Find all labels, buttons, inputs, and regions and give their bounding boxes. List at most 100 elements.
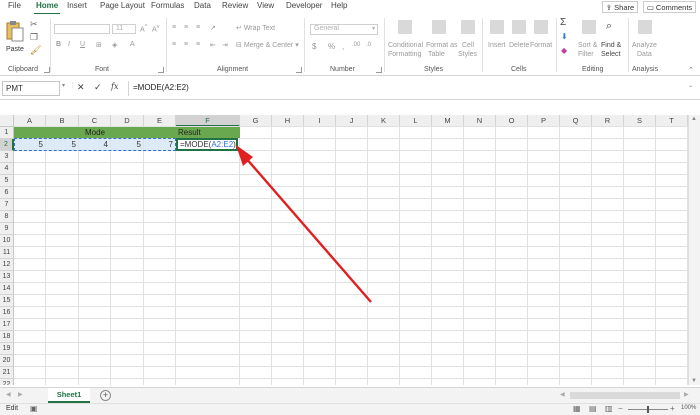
- currency-icon[interactable]: $: [312, 42, 316, 51]
- merge-center-button[interactable]: ⊟ Merge & Center ▾: [236, 41, 299, 49]
- wrap-text-button[interactable]: ↵ Wrap Text: [236, 24, 275, 32]
- cell-styles-button[interactable]: Cell Styles: [456, 18, 480, 62]
- underline-icon[interactable]: U: [80, 41, 85, 48]
- sort-filter-button[interactable]: Sort & Filter: [578, 18, 600, 62]
- active-cell-f2[interactable]: =MODE(A2:E2): [176, 138, 238, 151]
- alignment-launcher-icon[interactable]: [296, 67, 302, 73]
- add-sheet-button[interactable]: +: [100, 390, 111, 401]
- value-cell-e2[interactable]: 7: [144, 139, 175, 150]
- styles-group-label: Styles: [424, 66, 444, 73]
- percent-icon[interactable]: %: [328, 42, 335, 51]
- indent-icon[interactable]: ⇤: [210, 41, 216, 49]
- format-painter-icon[interactable]: 🖌: [30, 45, 41, 56]
- font-launcher-icon[interactable]: [158, 67, 164, 73]
- horizontal-scrollbar[interactable]: [570, 392, 680, 399]
- cut-icon[interactable]: ✂: [30, 19, 38, 30]
- normal-view-icon[interactable]: ▦: [573, 404, 581, 413]
- align-bottom-icon[interactable]: ≡: [196, 24, 200, 31]
- find-select-button[interactable]: ⌕ Find & Select: [601, 18, 625, 62]
- name-box-dropdown-icon[interactable]: ▾: [62, 82, 65, 89]
- align-right-icon[interactable]: ≡: [196, 41, 200, 48]
- formula-range-reference: A2:E2: [211, 140, 234, 149]
- value-cell-d2[interactable]: 5: [111, 139, 143, 150]
- enter-icon[interactable]: ✓: [94, 82, 102, 93]
- worksheet-grid[interactable]: ABCDEFGHIJKLMNOPQRST 1 2 3 4 5 6 7 8 9 10 11 12 13 14…: [0, 103, 700, 385]
- sheet-tab-sheet1[interactable]: Sheet1: [48, 388, 90, 403]
- share-button[interactable]: ⇪ Share: [602, 1, 638, 13]
- zoom-in-icon[interactable]: +: [670, 404, 675, 413]
- number-format-value: General: [314, 25, 339, 32]
- grow-font-icon[interactable]: A^: [140, 24, 147, 33]
- orientation-icon[interactable]: ↗: [210, 24, 216, 32]
- vertical-scrollbar[interactable]: ▲ ▼: [688, 115, 700, 385]
- conditional-formatting-button[interactable]: Conditional Formatting: [388, 18, 423, 62]
- increase-decimal-icon[interactable]: .00: [352, 42, 360, 48]
- value-cell-c2[interactable]: 4: [79, 139, 110, 150]
- value-cell-a2[interactable]: 5: [14, 139, 45, 150]
- align-center-icon[interactable]: ≡: [184, 41, 188, 48]
- shrink-font-icon[interactable]: Av: [152, 24, 160, 33]
- align-middle-icon[interactable]: ≡: [184, 24, 188, 31]
- horizontal-scroll-left-icon[interactable]: ◀: [560, 391, 565, 398]
- name-box[interactable]: PMT: [2, 81, 60, 96]
- zoom-slider-thumb[interactable]: [647, 406, 649, 413]
- analyze-data-button[interactable]: Analyze Data: [632, 18, 658, 62]
- tab-insert[interactable]: Insert: [67, 1, 87, 13]
- paste-button[interactable]: Paste: [4, 20, 26, 60]
- find-label-1: Find &: [601, 42, 622, 49]
- horizontal-scroll-right-icon[interactable]: ▶: [684, 391, 689, 398]
- font-name-dropdown[interactable]: [54, 24, 110, 34]
- scroll-down-icon[interactable]: ▼: [691, 378, 697, 384]
- tab-home[interactable]: Home: [33, 1, 61, 15]
- macro-record-icon[interactable]: ▣: [30, 404, 38, 413]
- mode-header-cell[interactable]: Mode: [14, 127, 176, 138]
- tab-developer[interactable]: Developer: [286, 1, 322, 13]
- format-cells-icon: [534, 20, 548, 34]
- borders-icon[interactable]: ⊞: [96, 41, 102, 49]
- scroll-up-icon[interactable]: ▲: [691, 116, 697, 122]
- italic-icon[interactable]: I: [68, 41, 70, 48]
- fill-icon[interactable]: ⬇: [561, 32, 568, 41]
- cancel-icon[interactable]: ✕: [77, 82, 85, 93]
- number-launcher-icon[interactable]: [376, 67, 382, 73]
- font-color-icon[interactable]: A: [130, 41, 135, 48]
- collapse-ribbon-icon[interactable]: ⌃: [688, 66, 694, 74]
- format-cells-button[interactable]: Format: [530, 18, 552, 62]
- value-cell-b2[interactable]: 5: [46, 139, 78, 150]
- bold-icon[interactable]: B: [56, 41, 61, 48]
- font-size-dropdown[interactable]: 11: [112, 24, 136, 34]
- zoom-out-icon[interactable]: −: [618, 404, 623, 413]
- insert-cells-button[interactable]: Insert: [486, 18, 508, 62]
- comma-icon[interactable]: ,: [342, 42, 344, 51]
- chevron-down-icon: ▾: [371, 26, 375, 32]
- page-break-view-icon[interactable]: ▥: [605, 404, 613, 413]
- tab-file[interactable]: File: [8, 1, 21, 13]
- number-format-dropdown[interactable]: General ▾: [310, 24, 378, 35]
- page-layout-view-icon[interactable]: ▤: [589, 404, 597, 413]
- format-as-table-button[interactable]: Format as Table: [426, 18, 458, 62]
- tab-data[interactable]: Data: [194, 1, 211, 13]
- align-left-icon[interactable]: ≡: [172, 41, 176, 48]
- tab-help[interactable]: Help: [331, 1, 347, 13]
- clear-icon[interactable]: ◆: [561, 46, 567, 55]
- expand-formula-icon[interactable]: ⌄: [688, 82, 693, 89]
- insert-function-icon[interactable]: fx: [111, 82, 118, 91]
- outdent-icon[interactable]: ⇥: [222, 41, 228, 49]
- autosum-icon[interactable]: Σ: [560, 17, 566, 28]
- align-top-icon[interactable]: ≡: [172, 24, 176, 31]
- result-header-cell[interactable]: Result: [176, 127, 240, 138]
- decrease-decimal-icon[interactable]: .0: [366, 42, 371, 48]
- zoom-slider[interactable]: [628, 406, 668, 413]
- tab-review[interactable]: Review: [222, 1, 248, 13]
- zoom-level[interactable]: 100%: [681, 405, 696, 411]
- formula-input[interactable]: =MODE(A2:E2): [128, 81, 688, 96]
- comments-button[interactable]: ▭ Comments: [643, 1, 696, 13]
- prev-sheet-icon[interactable]: ◀: [6, 391, 11, 398]
- tab-view[interactable]: View: [257, 1, 274, 13]
- delete-cells-button[interactable]: Delete: [508, 18, 530, 62]
- tab-formulas[interactable]: Formulas: [151, 1, 184, 13]
- copy-icon[interactable]: ❐: [30, 32, 38, 43]
- fill-color-icon[interactable]: ◈: [112, 41, 117, 49]
- next-sheet-icon[interactable]: ▶: [18, 391, 23, 398]
- tab-page-layout[interactable]: Page Layout: [100, 1, 145, 13]
